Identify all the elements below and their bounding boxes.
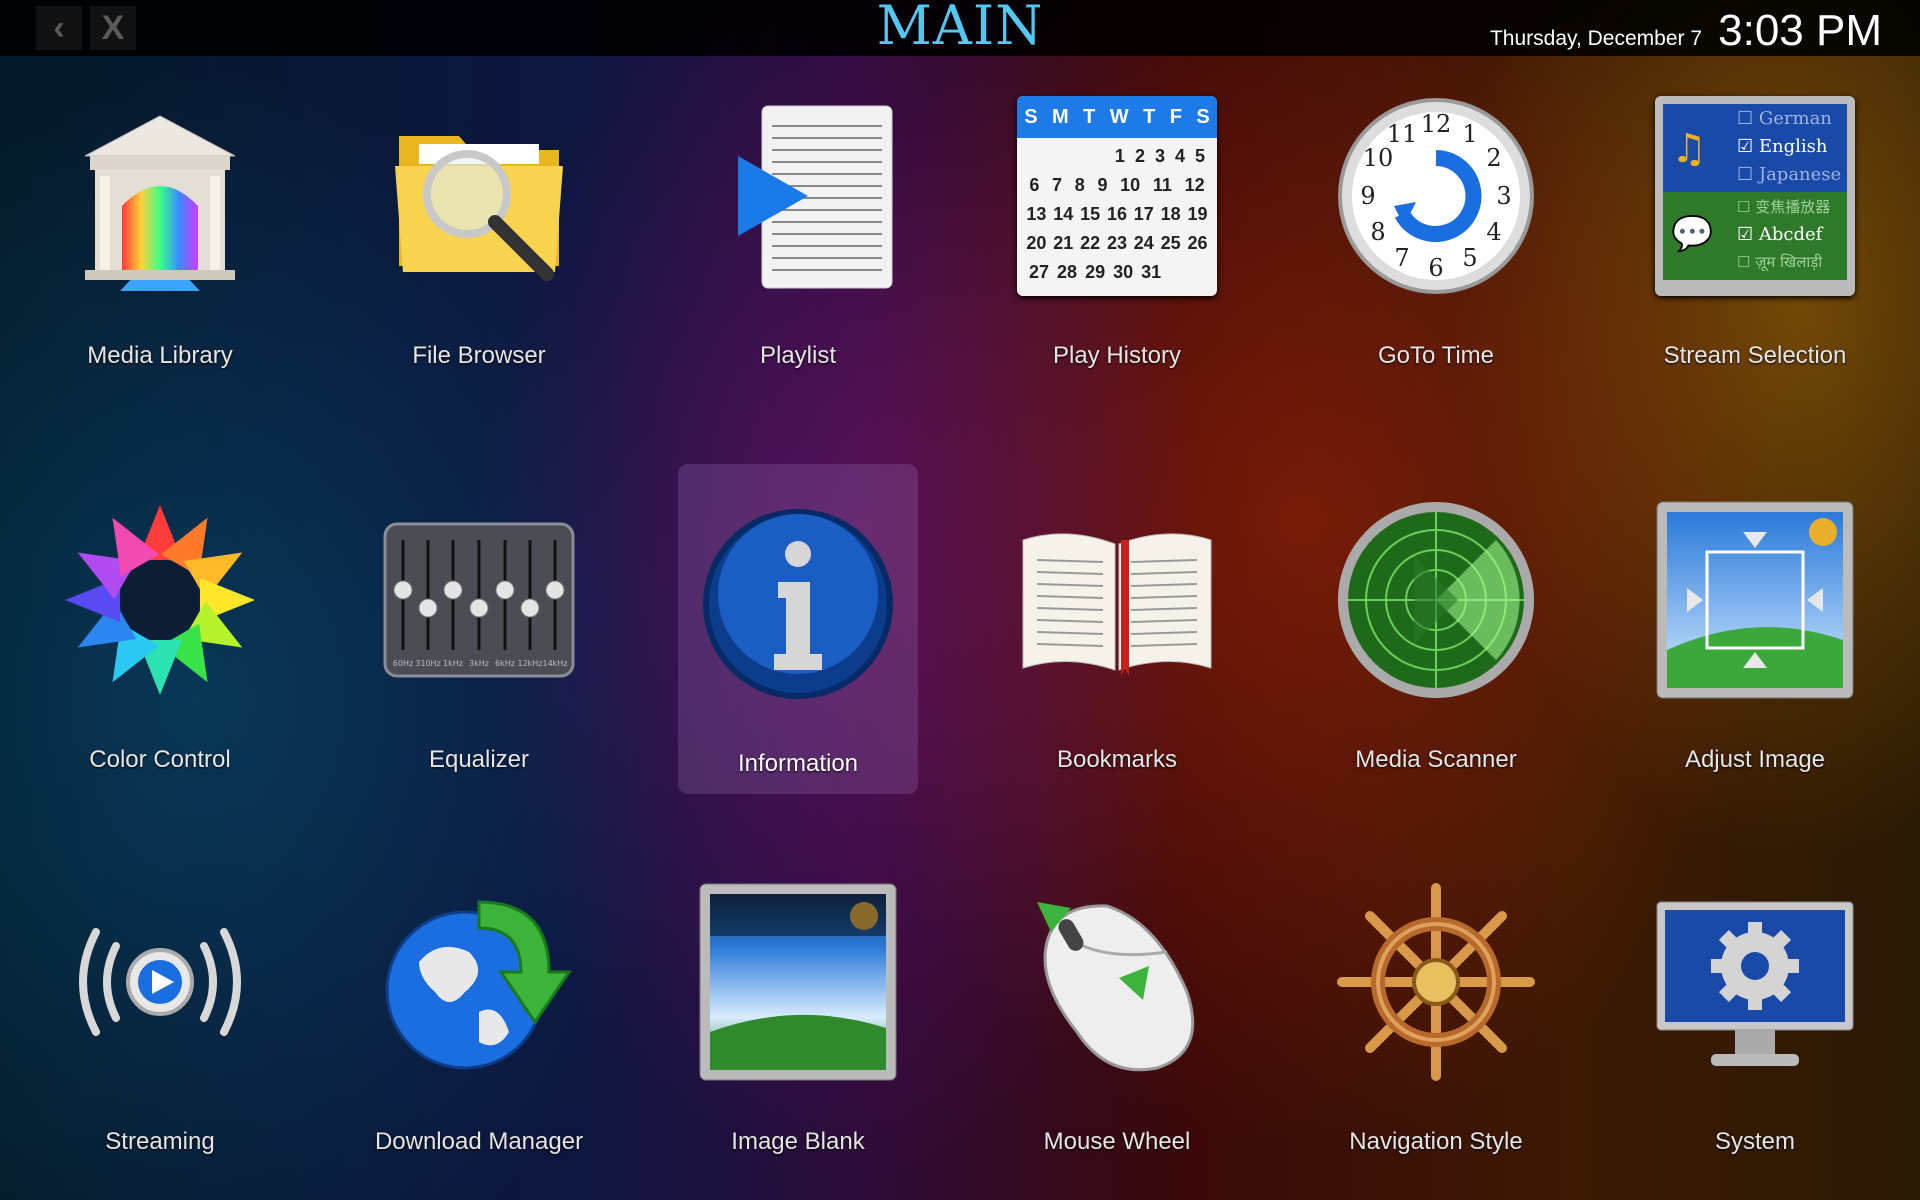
tile-mouse-wheel[interactable]: Mouse Wheel — [997, 842, 1237, 1172]
tile-label: Bookmarks — [1056, 746, 1178, 773]
tile-play-history[interactable]: SMTWTFS 12345 6 7 8 9 10 11 12 13 14 15 16 17 18 19 … — [997, 56, 1237, 386]
book-icon — [1022, 533, 1212, 676]
tile-label: Information — [737, 750, 859, 777]
tile-label: Media Library — [87, 342, 233, 369]
info-icon — [703, 509, 893, 699]
monitor-gear-icon — [1656, 901, 1854, 1066]
top-bar: ‹ X MAIN Thursday, December 7 3:03 PM — [0, 0, 1920, 57]
svg-text:1: 1 — [1462, 120, 1477, 148]
tile-system[interactable]: System — [1635, 842, 1875, 1172]
adjust-image-icon — [1656, 501, 1854, 699]
tile-label: Playlist — [759, 342, 837, 369]
svg-text:8: 8 — [1370, 218, 1385, 246]
equalizer-icon: 60Hz 310Hz 1kHz 3kHz 6kHz 12kHz 14kHz — [383, 522, 575, 678]
tile-file-browser[interactable]: File Browser — [359, 56, 599, 386]
clock-icon: 12 1 23 45 67 89 1011 — [1338, 98, 1534, 294]
svg-text:3kHz: 3kHz — [469, 659, 489, 668]
svg-text:6kHz: 6kHz — [495, 659, 515, 668]
tile-playlist[interactable]: Playlist — [678, 56, 918, 386]
tile-label: System — [1714, 1128, 1795, 1155]
svg-text:11: 11 — [1387, 120, 1418, 148]
svg-text:4: 4 — [1486, 218, 1501, 246]
subtitle-stream-panel: 💬 ☐ 变焦播放器 ☑ Abcdef ☐ ज़ूम खिलाड़ी — [1663, 192, 1847, 280]
svg-text:3: 3 — [1496, 182, 1511, 210]
tile-media-scanner[interactable]: Media Scanner — [1316, 460, 1556, 790]
calendar-icon: SMTWTFS 12345 6 7 8 9 10 11 12 13 14 15 16 17 18 19 … — [1017, 96, 1217, 296]
tile-label: Color Control — [89, 746, 231, 773]
audio-stream-panel: ♫ ☐ German ☑ English ☐ Japanese — [1663, 104, 1847, 192]
tile-color-control[interactable]: Color Control — [40, 460, 280, 790]
tile-information[interactable]: Information — [678, 464, 918, 794]
color-wheel-icon — [65, 505, 255, 695]
svg-text:7: 7 — [1394, 244, 1409, 272]
tile-label: Streaming — [105, 1128, 215, 1155]
music-note-icon: ♫ — [1671, 126, 1707, 172]
stream-selection-icon: ♫ ☐ German ☑ English ☐ Japanese 💬 ☐ 变焦播放… — [1655, 96, 1855, 296]
tile-adjust-image[interactable]: Adjust Image — [1635, 460, 1875, 790]
svg-text:12kHz: 12kHz — [517, 659, 542, 668]
date-label: Thursday, December 7 — [1489, 27, 1702, 50]
tile-label: GoTo Time — [1377, 342, 1495, 369]
tile-label: File Browser — [412, 342, 546, 369]
tile-stream-selection[interactable]: ♫ ☐ German ☑ English ☐ Japanese 💬 ☐ 变焦播放… — [1635, 56, 1875, 386]
mouse-icon — [1037, 902, 1195, 1072]
svg-text:6: 6 — [1428, 254, 1443, 282]
tile-image-blank[interactable]: Image Blank — [678, 842, 918, 1172]
calendar-grid: 12345 6 7 8 9 10 11 12 13 14 15 16 17 18 19 20 21 22 23… — [1026, 146, 1208, 282]
speech-bubble-icon: 💬 — [1671, 214, 1714, 254]
radar-icon — [1338, 502, 1534, 698]
file-browser-icon — [395, 136, 563, 281]
tile-label: Image Blank — [731, 1128, 865, 1155]
svg-text:60Hz: 60Hz — [393, 659, 413, 668]
image-blank-icon — [699, 883, 897, 1081]
tile-label: Equalizer — [428, 746, 530, 773]
tile-goto-time[interactable]: 12 1 23 45 67 89 10 11 GoTo Time — [1316, 56, 1556, 386]
svg-text:2: 2 — [1486, 144, 1501, 172]
streaming-icon — [79, 928, 241, 1036]
tile-label: Navigation Style — [1349, 1128, 1523, 1155]
tile-streaming[interactable]: Streaming — [40, 842, 280, 1172]
svg-text:10: 10 — [1363, 144, 1394, 172]
tile-bookmarks[interactable]: Bookmarks — [997, 460, 1237, 790]
time-label: 3:03 PM — [1718, 6, 1882, 55]
svg-text:1kHz: 1kHz — [443, 659, 463, 668]
svg-text:310Hz: 310Hz — [415, 659, 440, 668]
tile-label: Stream Selection — [1663, 342, 1847, 369]
tile-label: Adjust Image — [1684, 746, 1826, 773]
media-library-icon — [84, 115, 236, 291]
svg-text:12: 12 — [1421, 110, 1452, 138]
tile-download-manager[interactable]: Download Manager — [359, 842, 599, 1172]
tile-label: Media Scanner — [1355, 746, 1517, 773]
tile-label: Download Manager — [374, 1128, 584, 1155]
svg-text:9: 9 — [1360, 182, 1375, 210]
menu-grid: Media Library File Browser Playlist S M … — [0, 56, 1920, 1200]
playlist-icon — [738, 105, 893, 289]
ship-wheel-icon — [1337, 883, 1535, 1081]
tile-label: Mouse Wheel — [1043, 1128, 1191, 1155]
svg-text:14kHz: 14kHz — [542, 659, 567, 668]
globe-download-icon — [385, 900, 572, 1070]
calendar-header: SMTWTFS — [1017, 96, 1217, 138]
tile-label: Play History — [1052, 342, 1182, 369]
tile-media-library[interactable]: Media Library — [40, 56, 280, 386]
tile-navigation-style[interactable]: Navigation Style — [1316, 842, 1556, 1172]
tile-equalizer[interactable]: 60Hz 310Hz 1kHz 3kHz 6kHz 12kHz 14kHz Equaliz… — [359, 460, 599, 790]
svg-text:5: 5 — [1462, 244, 1477, 272]
